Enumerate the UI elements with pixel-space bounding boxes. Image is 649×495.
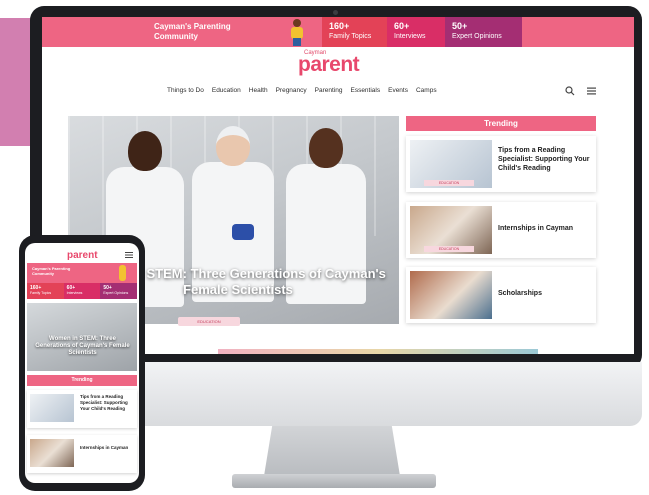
community-label: Cayman's Parenting Community — [154, 22, 231, 41]
trending-heading: Trending — [27, 375, 137, 386]
article-thumbnail[interactable] — [410, 271, 492, 319]
nav-things-to-do[interactable]: Things to Do — [167, 87, 204, 94]
nav-pregnancy[interactable]: Pregnancy — [276, 87, 307, 94]
phone-stats: 160+ Family Topics 60+ Interviews 50+ Ex… — [27, 283, 138, 299]
stat-expert-opinions: 50+ Expert Opinions — [100, 283, 138, 299]
search-icon[interactable] — [565, 86, 575, 96]
stat-label: Family Topics — [329, 33, 372, 40]
child-illustration — [119, 265, 126, 281]
monitor-stand-base — [232, 474, 436, 488]
community-label: Cayman's Parenting Community — [32, 266, 71, 276]
stat-number: 50+ — [452, 21, 468, 31]
hero-category-badge[interactable]: EDUCATION — [178, 317, 240, 326]
article-title[interactable]: Internships in Cayman — [498, 224, 592, 233]
monitor-stand — [264, 426, 400, 476]
stat-family-topics: 160+ Family Topics — [27, 283, 64, 299]
stat-label: Family Topics — [30, 291, 52, 295]
trending-card[interactable]: Tips from a Reading Specialist: Supporti… — [27, 390, 137, 428]
main-nav: Things to Do Education Health Pregnancy … — [167, 87, 437, 94]
article-title[interactable]: Internships in Cayman — [80, 445, 134, 451]
nav-health[interactable]: Health — [249, 87, 268, 94]
camera-dot — [333, 10, 338, 15]
stat-label: Interviews — [394, 33, 426, 40]
menu-icon[interactable] — [587, 87, 596, 95]
stat-label: Expert Opinions — [103, 291, 129, 295]
article-title[interactable]: Tips from a Reading Specialist: Supporti… — [80, 394, 134, 412]
article-title[interactable]: Scholarships — [498, 289, 592, 298]
phone-community-banner: Cayman's Parenting Community — [27, 263, 137, 283]
phone-hero-article[interactable]: Women in STEM: Three Generations of Caym… — [27, 303, 137, 371]
site-logo[interactable]: parent — [298, 53, 360, 77]
trending-heading: Trending — [406, 116, 596, 131]
child-head — [293, 19, 301, 27]
nav-camps[interactable]: Camps — [416, 87, 437, 94]
trending-card[interactable]: Internships in Cayman — [27, 435, 137, 473]
phone-screen: parent Cayman's Parenting Community 160+… — [25, 243, 139, 483]
nav-essentials[interactable]: Essentials — [350, 87, 380, 94]
stat-family-topics: 160+ Family Topics — [322, 17, 387, 47]
scientist-head — [128, 131, 162, 171]
hero-title[interactable]: Women in STEM: Three Generations of Caym… — [35, 336, 130, 357]
stat-interviews: 60+ Interviews — [387, 17, 445, 47]
category-badge[interactable]: EDUCATION — [424, 180, 474, 186]
stat-number: 60+ — [394, 21, 410, 31]
product-mockup: Cayman's Parenting Community 160+ Family… — [0, 0, 649, 495]
menu-icon[interactable] — [125, 252, 133, 258]
stat-interviews: 60+ Interviews — [63, 283, 101, 299]
blue-glove — [232, 224, 254, 240]
stat-label: Interviews — [66, 291, 83, 295]
phone-logo[interactable]: parent — [67, 250, 98, 261]
scientist-head — [216, 126, 250, 166]
scientist-head — [309, 128, 343, 168]
trending-card[interactable]: EDUCATION Tips from a Reading Specialist… — [406, 136, 596, 192]
trending-card[interactable]: EDUCATION Internships in Cayman — [406, 202, 596, 258]
article-thumbnail[interactable] — [30, 394, 74, 422]
nav-events[interactable]: Events — [388, 87, 408, 94]
stat-expert-opinions: 50+ Expert Opinions — [445, 17, 522, 47]
nav-education[interactable]: Education — [212, 87, 241, 94]
next-section-strip — [218, 349, 538, 354]
stat-number: 160+ — [329, 21, 350, 31]
trending-card[interactable]: Scholarships — [406, 267, 596, 323]
child-illustration — [290, 19, 304, 46]
stat-label: Expert Opinions — [452, 33, 502, 40]
stats-banner: Cayman's Parenting Community 160+ Family… — [42, 17, 634, 47]
category-badge[interactable]: EDUCATION — [424, 246, 474, 252]
article-thumbnail[interactable] — [30, 439, 74, 467]
article-title[interactable]: Tips from a Reading Specialist: Supporti… — [498, 146, 592, 173]
child-legs — [293, 38, 301, 46]
nav-parenting[interactable]: Parenting — [315, 87, 343, 94]
